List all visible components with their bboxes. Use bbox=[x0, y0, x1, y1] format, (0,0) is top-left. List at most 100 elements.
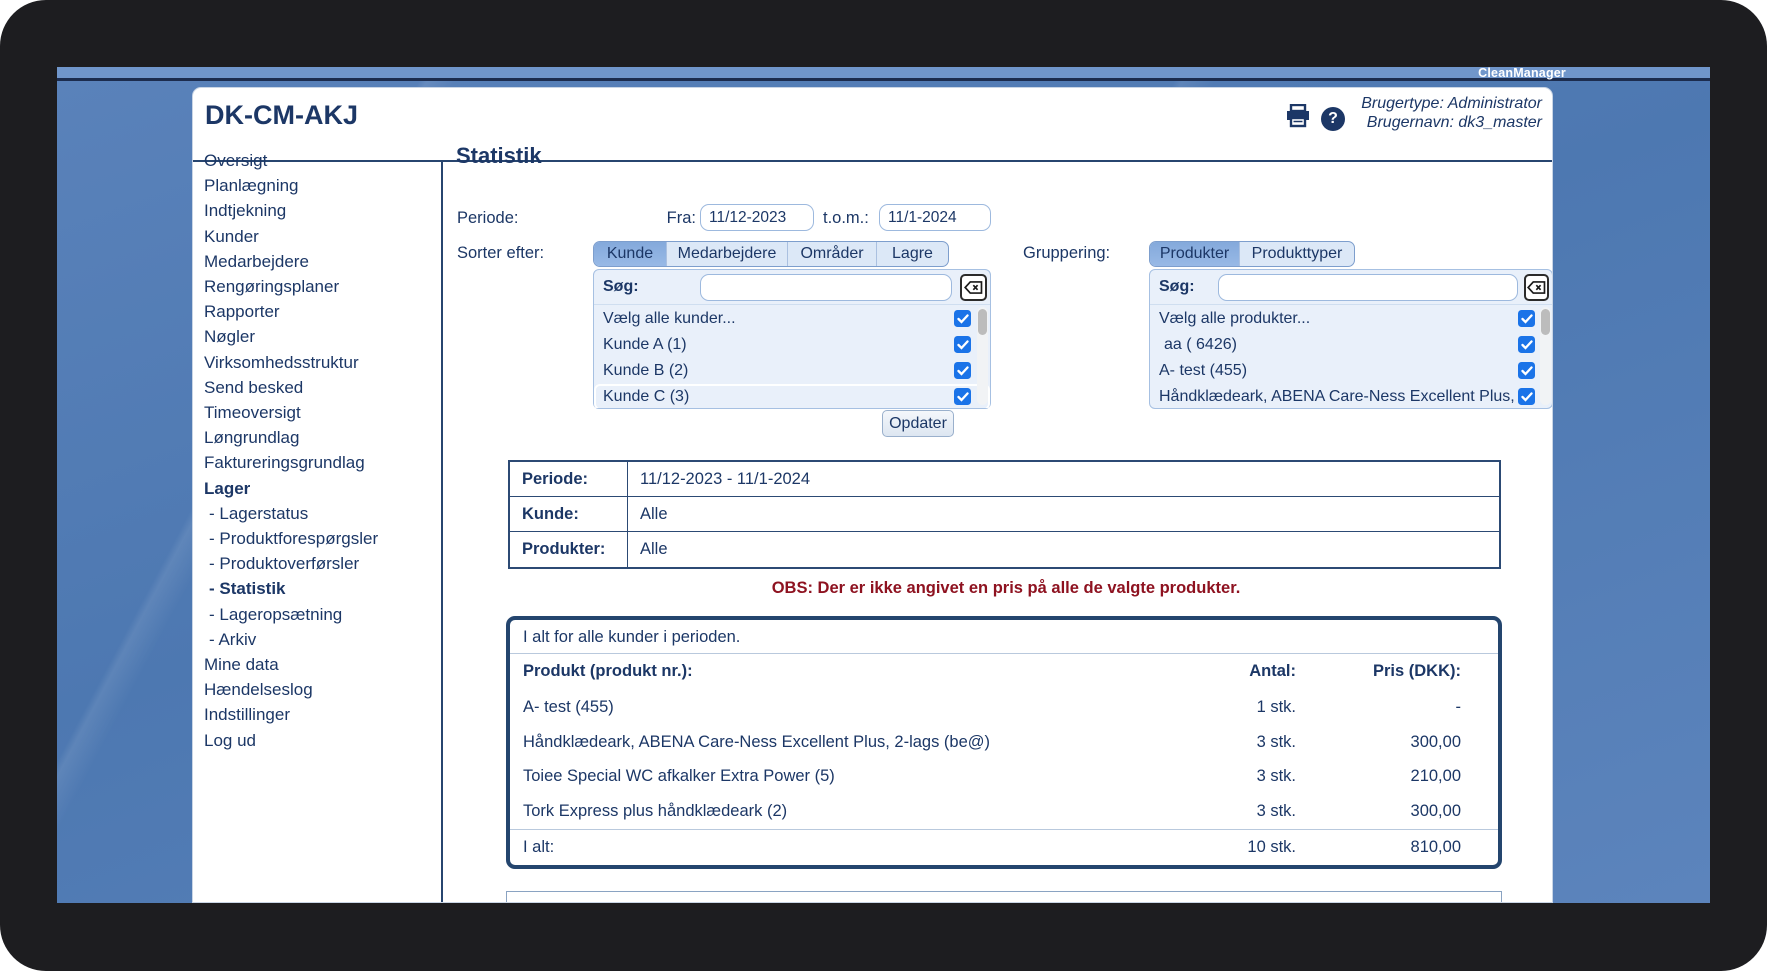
sidebar-item-medarbejdere[interactable]: Medarbejdere bbox=[204, 249, 434, 274]
sidebar-item-send-besked[interactable]: Send besked bbox=[204, 375, 434, 400]
sidebar-item-timeoversigt[interactable]: Timeoversigt bbox=[204, 400, 434, 425]
checkbox-checked[interactable] bbox=[1518, 310, 1535, 327]
list-item[interactable]: aa ( 6426) bbox=[1150, 332, 1552, 358]
list-item[interactable]: Vælg alle produkter... bbox=[1150, 306, 1552, 332]
fra-label: Fra: bbox=[648, 209, 696, 228]
brand-banner: CleanManager bbox=[57, 67, 1710, 81]
page-title: DK-CM-AKJ bbox=[205, 100, 358, 131]
checkbox-checked[interactable] bbox=[954, 336, 971, 353]
section-heading: Statistik bbox=[456, 143, 542, 169]
next-section-title: Kunde A (1) bbox=[520, 900, 606, 903]
tab-lagre[interactable]: Lagre bbox=[877, 242, 948, 266]
sidebar-divider bbox=[441, 162, 443, 902]
summary-table: Periode: 11/12-2023 - 11/1-2024 Kunde: A… bbox=[508, 460, 1501, 569]
search-label: Søg: bbox=[1159, 278, 1195, 296]
tab-kunde[interactable]: Kunde bbox=[594, 242, 667, 266]
col-product: Produkt (produkt nr.): bbox=[510, 662, 1166, 681]
user-info: Brugertype: Administrator Brugernavn: dk… bbox=[1361, 94, 1542, 132]
results-header: Produkt (produkt nr.): Antal: Pris (DKK)… bbox=[510, 654, 1498, 690]
list-item[interactable]: Kunde C (3) bbox=[594, 384, 990, 408]
table-row: A- test (455) 1 stk. - bbox=[510, 690, 1498, 725]
product-filter-panel: Søg: Vælg alle produkter... bbox=[1149, 269, 1553, 409]
desktop-background: CleanManager DK-CM-AKJ ? Brugertype: Adm… bbox=[57, 67, 1710, 903]
sidebar-item-lager[interactable]: Lager bbox=[204, 476, 434, 501]
print-icon[interactable] bbox=[1285, 104, 1311, 133]
list-item[interactable]: A- test (455) bbox=[1150, 358, 1552, 384]
table-row: Kunde: Alle bbox=[510, 497, 1499, 532]
sidebar-item-faktureringsgrundlag[interactable]: Faktureringsgrundlag bbox=[204, 450, 434, 475]
sidebar-item-mine-data[interactable]: Mine data bbox=[204, 652, 434, 677]
checkbox-checked[interactable] bbox=[1518, 388, 1535, 405]
table-row: Produkter: Alle bbox=[510, 532, 1499, 567]
scrollbar[interactable] bbox=[977, 307, 988, 405]
search-label: Søg: bbox=[603, 278, 639, 296]
warning-message: OBS: Der er ikke angivet en pris på alle… bbox=[508, 579, 1504, 598]
tab-produkter[interactable]: Produkter bbox=[1150, 242, 1240, 266]
checkbox-checked[interactable] bbox=[954, 388, 971, 405]
next-section-table: Kunde A (1) bbox=[506, 891, 1502, 903]
date-from-input[interactable] bbox=[700, 204, 814, 231]
sidebar-item-lagerstatus[interactable]: - Lagerstatus bbox=[204, 501, 434, 526]
table-row: Toiee Special WC afkalker Extra Power (5… bbox=[510, 759, 1498, 794]
sidebar-item-indstillinger[interactable]: Indstillinger bbox=[204, 702, 434, 727]
gruppering-tabs: Produkter Produkttyper bbox=[1149, 241, 1355, 267]
user-type: Brugertype: Administrator bbox=[1361, 94, 1542, 113]
tab-omrader[interactable]: Områder bbox=[788, 242, 877, 266]
sidebar-item-virksomhedsstruktur[interactable]: Virksomhedsstruktur bbox=[204, 350, 434, 375]
table-row: Tork Express plus håndklædeark (2) 3 stk… bbox=[510, 794, 1498, 829]
sidebar-item-produktforesporgsler[interactable]: - Produktforespørgsler bbox=[204, 526, 434, 551]
monitor-frame: CleanManager DK-CM-AKJ ? Brugertype: Adm… bbox=[0, 0, 1767, 971]
sidebar-item-rengoringsplaner[interactable]: Rengøringsplaner bbox=[204, 274, 434, 299]
tab-medarbejdere[interactable]: Medarbejdere bbox=[667, 242, 788, 266]
checkbox-checked[interactable] bbox=[1518, 336, 1535, 353]
tab-produkttyper[interactable]: Produkttyper bbox=[1240, 242, 1354, 266]
customer-list: Vælg alle kunder... Kunde A (1) Kunde B … bbox=[594, 306, 990, 408]
sidebar-item-haendelseslog[interactable]: Hændelseslog bbox=[204, 677, 434, 702]
customer-filter-panel: Søg: Vælg alle kunder... bbox=[593, 269, 991, 409]
list-item[interactable]: Håndklædeark, ABENA Care-Ness Excellent … bbox=[1150, 384, 1552, 408]
clear-search-icon[interactable] bbox=[1524, 274, 1549, 301]
checkbox-checked[interactable] bbox=[1518, 362, 1535, 379]
checkbox-checked[interactable] bbox=[954, 362, 971, 379]
product-search-input[interactable] bbox=[1218, 274, 1518, 301]
sidebar-item-log-ud[interactable]: Log ud bbox=[204, 728, 434, 753]
sidebar-item-produktoverforsler[interactable]: - Produktoverførsler bbox=[204, 551, 434, 576]
clear-search-icon[interactable] bbox=[960, 274, 987, 301]
col-pris: Pris (DKK): bbox=[1296, 662, 1461, 681]
total-row: I alt: 10 stk. 810,00 bbox=[510, 829, 1498, 865]
product-list: Vælg alle produkter... aa ( 6426) A- tes… bbox=[1150, 306, 1552, 408]
sidebar-item-kunder[interactable]: Kunder bbox=[204, 224, 434, 249]
sidebar-item-longrundlag[interactable]: Løngrundlag bbox=[204, 425, 434, 450]
table-row: Periode: 11/12-2023 - 11/1-2024 bbox=[510, 462, 1499, 497]
help-icon[interactable]: ? bbox=[1321, 107, 1345, 131]
sidebar-item-planlaegning[interactable]: Planlægning bbox=[204, 173, 434, 198]
checkbox-checked[interactable] bbox=[954, 310, 971, 327]
brand-name: CleanManager bbox=[1478, 67, 1566, 80]
col-antal: Antal: bbox=[1166, 662, 1296, 681]
table-row: Håndklædeark, ABENA Care-Ness Excellent … bbox=[510, 725, 1498, 760]
scrollbar-thumb[interactable] bbox=[1541, 309, 1550, 335]
sorter-efter-label: Sorter efter: bbox=[457, 244, 544, 263]
sidebar-item-indtjekning[interactable]: Indtjekning bbox=[204, 198, 434, 223]
sidebar-item-nogler[interactable]: Nøgler bbox=[204, 324, 434, 349]
date-to-input[interactable] bbox=[879, 204, 991, 231]
sidebar-item-lageropsaetning[interactable]: - Lageropsætning bbox=[204, 602, 434, 627]
update-button[interactable]: Opdater bbox=[882, 410, 954, 437]
scrollbar-thumb[interactable] bbox=[978, 309, 987, 335]
periode-label: Periode: bbox=[457, 209, 518, 228]
results-table: I alt for alle kunder i perioden. Produk… bbox=[506, 616, 1502, 869]
customer-search-input[interactable] bbox=[700, 274, 952, 301]
sidebar-item-arkiv[interactable]: - Arkiv bbox=[204, 627, 434, 652]
list-item[interactable]: Vælg alle kunder... bbox=[594, 306, 990, 332]
gruppering-label: Gruppering: bbox=[1023, 244, 1110, 263]
sorter-tabs: Kunde Medarbejdere Områder Lagre bbox=[593, 241, 949, 267]
list-item[interactable]: Kunde B (2) bbox=[594, 358, 990, 384]
scrollbar[interactable] bbox=[1540, 307, 1551, 405]
user-name: Brugernavn: dk3_master bbox=[1361, 113, 1542, 132]
list-item[interactable]: Kunde A (1) bbox=[594, 332, 990, 358]
app-window: DK-CM-AKJ ? Brugertype: Administrator Br… bbox=[192, 87, 1553, 903]
sidebar-item-statistik[interactable]: - Statistik bbox=[204, 576, 434, 601]
sidebar-item-rapporter[interactable]: Rapporter bbox=[204, 299, 434, 324]
results-caption: I alt for alle kunder i perioden. bbox=[510, 620, 1498, 654]
sidebar-item-oversigt[interactable]: Oversigt bbox=[204, 148, 434, 173]
